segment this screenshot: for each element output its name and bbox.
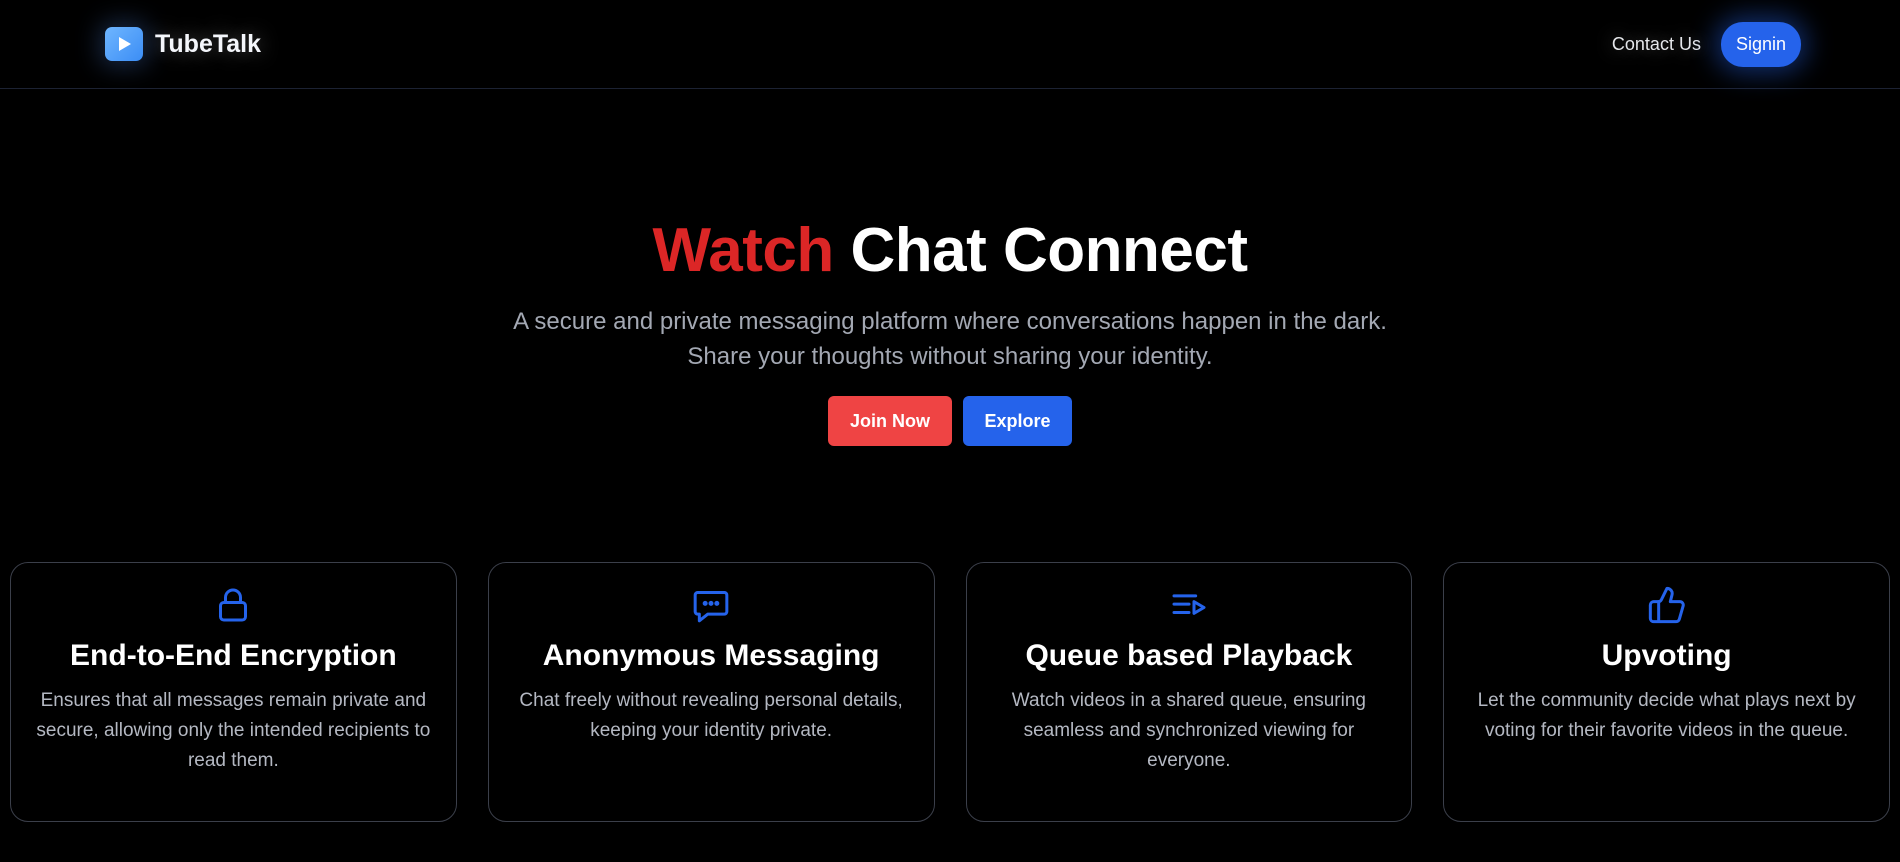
explore-button[interactable]: Explore: [963, 396, 1072, 446]
queue-icon: [991, 585, 1388, 625]
feature-card-upvoting: Upvoting Let the community decide what p…: [1443, 562, 1890, 822]
brand-logo[interactable]: TubeTalk: [105, 27, 261, 61]
hero-title: Watch Chat Connect: [0, 210, 1900, 292]
features-section: End-to-End Encryption Ensures that all m…: [10, 562, 1890, 822]
feature-title: Queue based Playback: [1025, 639, 1353, 672]
hero-subtitle: A secure and private messaging platform …: [0, 304, 1900, 374]
hero-title-rest: Chat Connect: [850, 216, 1248, 285]
hero-section: Watch Chat Connect A secure and private …: [0, 210, 1900, 446]
hero-subtitle-line1: A secure and private messaging platform …: [513, 308, 1387, 335]
thumbs-up-icon: [1468, 585, 1865, 625]
feature-description: Ensures that all messages remain private…: [36, 690, 431, 771]
message-icon: [513, 585, 910, 625]
join-now-button[interactable]: Join Now: [828, 396, 952, 446]
contact-us-link[interactable]: Contact Us: [1612, 34, 1701, 55]
feature-card-encryption: End-to-End Encryption Ensures that all m…: [10, 562, 457, 822]
feature-card-queue: Queue based Playback Watch videos in a s…: [965, 562, 1413, 822]
brand-name: TubeTalk: [155, 29, 262, 58]
lock-icon: [35, 585, 432, 625]
play-icon: [105, 27, 143, 61]
navbar: TubeTalk Contact Us Signin: [0, 0, 1900, 89]
feature-card-anonymous: Anonymous Messaging Chat freely without …: [487, 562, 935, 822]
feature-title: Anonymous Messaging: [542, 639, 880, 672]
feature-title: Upvoting: [1601, 639, 1732, 672]
signin-button[interactable]: Signin: [1720, 21, 1801, 67]
hero-subtitle-line2: Share your thoughts without sharing your…: [687, 343, 1213, 370]
feature-title: End-to-End Encryption: [70, 639, 397, 672]
feature-description: Chat freely without revealing personal d…: [519, 690, 903, 741]
feature-description: Let the community decide what plays next…: [1477, 690, 1856, 741]
hero-title-accent: Watch: [652, 216, 835, 285]
feature-description: Watch videos in a shared queue, ensuring…: [1011, 690, 1366, 771]
nav-links: Contact Us Signin: [1612, 21, 1801, 67]
hero-buttons: Join Now Explore: [0, 396, 1900, 446]
